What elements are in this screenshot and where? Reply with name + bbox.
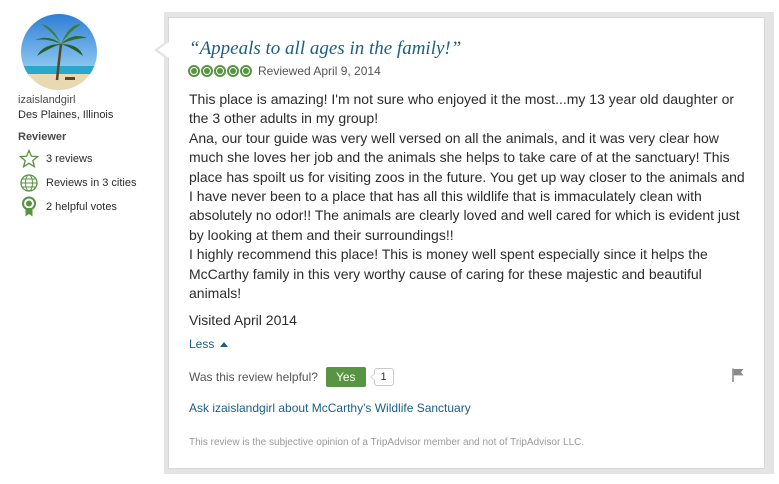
reviews-count-stat[interactable]: 3 reviews	[18, 147, 158, 171]
helpful-question: Was this review helpful?	[189, 370, 318, 384]
reviews-cities-label: Reviews in 3 cities	[46, 177, 137, 189]
award-ribbon-icon	[18, 196, 40, 218]
ask-reviewer-link[interactable]: Ask izaislandgirl about McCarthy's Wildl…	[189, 401, 471, 415]
rating-bubble-icon	[201, 65, 213, 77]
helpful-votes-label: 2 helpful votes	[46, 201, 117, 213]
flag-icon[interactable]	[730, 367, 746, 383]
rating-bubble-icon	[240, 65, 252, 77]
reviewer-username[interactable]: izaislandgirl	[18, 94, 158, 106]
rating-bubbles	[188, 65, 253, 77]
rating-bubble-icon	[214, 65, 226, 77]
rating-bubble-icon	[227, 65, 239, 77]
review-card: “Appeals to all ages in the family!” Rev…	[168, 17, 765, 469]
helpful-count-badge: 1	[369, 368, 394, 386]
reviewer-heading: Reviewer	[18, 131, 67, 143]
globe-icon	[18, 172, 40, 194]
helpful-votes-stat[interactable]: 2 helpful votes	[18, 195, 158, 219]
less-label: Less	[189, 337, 215, 351]
review-paragraph: Ana, our tour guide was very well versed…	[189, 129, 745, 243]
reviews-cities-stat[interactable]: Reviews in 3 cities	[18, 171, 158, 195]
reviews-count-label: 3 reviews	[46, 153, 93, 165]
review-body: This place is amazing! I'm not sure who …	[189, 90, 749, 303]
less-toggle[interactable]: Less	[189, 337, 229, 351]
review-title[interactable]: “Appeals to all ages in the family!”	[189, 38, 461, 60]
visited-date: Visited April 2014	[189, 312, 297, 328]
reviewer-location: Des Plaines, Illinois	[18, 109, 114, 121]
card-pointer-inner	[158, 42, 169, 58]
avatar[interactable]	[21, 14, 97, 90]
review-disclaimer: This review is the subjective opinion of…	[189, 437, 585, 448]
review-paragraph: I highly recommend this place! This is m…	[189, 246, 708, 302]
rating-row: Reviewed April 9, 2014	[188, 64, 381, 78]
caret-up-icon	[220, 341, 229, 347]
reviewer-sidebar: izaislandgirl Des Plaines, Illinois Revi…	[18, 14, 158, 219]
review-paragraph: This place is amazing! I'm not sure who …	[189, 91, 735, 127]
helpful-row: Was this review helpful? Yes 1	[189, 367, 394, 387]
reviewed-date: Reviewed April 9, 2014	[258, 64, 381, 78]
star-outline-icon	[18, 148, 40, 170]
yes-helpful-button[interactable]: Yes	[325, 367, 366, 387]
rating-bubble-icon	[188, 65, 200, 77]
